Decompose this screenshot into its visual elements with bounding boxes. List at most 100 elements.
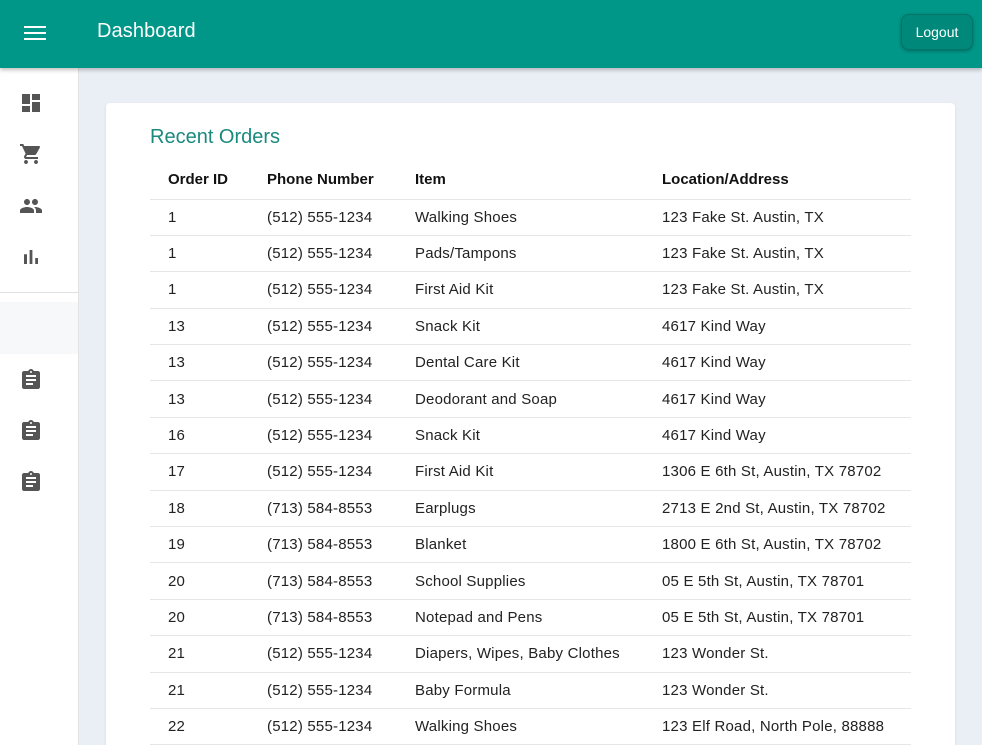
phone-number-cell: (713) 584-8553 xyxy=(249,599,397,637)
sidebar-item-dashboard[interactable] xyxy=(0,79,78,127)
sidebar xyxy=(0,68,79,745)
column-header-order-id: Order ID xyxy=(150,161,249,200)
assignment-icon xyxy=(22,471,40,491)
location-cell: 4617 Kind Way xyxy=(644,380,911,418)
item-cell: First Aid Kit xyxy=(397,453,644,491)
location-cell: 123 Fake St. Austin, TX xyxy=(644,199,911,236)
order-id-cell: 13 xyxy=(150,308,249,346)
item-cell: Deodorant and Soap xyxy=(397,380,644,418)
sidebar-item-report-2[interactable] xyxy=(0,407,78,455)
order-id-cell: 1 xyxy=(150,271,249,309)
item-cell: School Supplies xyxy=(397,562,644,600)
location-cell: 05 E 5th St, Austin, TX 78701 xyxy=(644,562,911,600)
sidebar-subheader xyxy=(0,302,78,354)
table-row: 13 (512) 555-1234 Deodorant and Soap 4617 K… xyxy=(150,380,911,418)
assignment-icon xyxy=(22,369,40,389)
bar-chart-icon xyxy=(24,250,38,264)
dashboard-icon xyxy=(22,94,40,112)
table-header-row: Order ID Phone Number Item Location/Addr… xyxy=(150,161,911,200)
column-header-item: Item xyxy=(397,161,644,200)
item-cell: Baby Formula xyxy=(397,672,644,709)
order-id-cell: 17 xyxy=(150,453,249,491)
order-id-cell: 19 xyxy=(150,526,249,564)
sidebar-item-orders[interactable] xyxy=(0,130,78,178)
column-header-location: Location/Address xyxy=(644,161,911,200)
phone-number-cell: (512) 555-1234 xyxy=(249,380,397,418)
sidebar-divider xyxy=(0,292,78,293)
table-row: 21 (512) 555-1234 Baby Formula 123 Wonder S… xyxy=(150,672,911,709)
phone-number-cell: (512) 555-1234 xyxy=(249,344,397,382)
menu-icon xyxy=(24,26,46,40)
table-row: 21 (512) 555-1234 Diapers, Wipes, Baby Clo… xyxy=(150,635,911,673)
location-cell: 123 Wonder St. xyxy=(644,635,911,673)
menu-button[interactable] xyxy=(14,12,56,54)
phone-number-cell: (713) 584-8553 xyxy=(249,490,397,528)
location-cell: 2713 E 2nd St, Austin, TX 78702 xyxy=(644,490,911,528)
card-title: Recent Orders xyxy=(150,126,281,148)
table-row: 1 (512) 555-1234 First Aid Kit 123 Fake St.… xyxy=(150,271,911,309)
order-id-cell: 13 xyxy=(150,380,249,418)
location-cell: 4617 Kind Way xyxy=(644,308,911,346)
item-cell: Blanket xyxy=(397,526,644,564)
location-cell: 123 Wonder St. xyxy=(644,672,911,709)
app-title: Dashboard xyxy=(97,20,196,42)
item-cell: First Aid Kit xyxy=(397,271,644,309)
table-row: 20 (713) 584-8553 Notepad and Pens 05 E 5th… xyxy=(150,599,911,637)
item-cell: Earplugs xyxy=(397,490,644,528)
order-id-cell: 20 xyxy=(150,599,249,637)
table-row: 22 (512) 555-1234 Walking Shoes 123 Elf Roa… xyxy=(150,708,911,745)
phone-number-cell: (512) 555-1234 xyxy=(249,417,397,455)
order-id-cell: 1 xyxy=(150,199,249,236)
item-cell: Diapers, Wipes, Baby Clothes xyxy=(397,635,644,673)
phone-number-cell: (512) 555-1234 xyxy=(249,271,397,309)
table-row: 17 (512) 555-1234 First Aid Kit 1306 E 6th … xyxy=(150,453,911,491)
order-id-cell: 20 xyxy=(150,562,249,600)
phone-number-cell: (512) 555-1234 xyxy=(249,453,397,491)
assignment-icon xyxy=(22,420,40,440)
table-row: 18 (713) 584-8553 Earplugs 2713 E 2nd St, A… xyxy=(150,490,911,528)
order-id-cell: 18 xyxy=(150,490,249,528)
orders-table-body: 1 (512) 555-1234 Walking Shoes 123 Fake St.… xyxy=(150,199,911,745)
sidebar-item-report-1[interactable] xyxy=(0,356,78,404)
sidebar-item-customers[interactable] xyxy=(0,182,78,230)
order-id-cell: 16 xyxy=(150,417,249,455)
item-cell: Walking Shoes xyxy=(397,199,644,236)
order-id-cell: 1 xyxy=(150,235,249,273)
phone-number-cell: (713) 584-8553 xyxy=(249,562,397,600)
phone-number-cell: (512) 555-1234 xyxy=(249,672,397,709)
table-row: 16 (512) 555-1234 Snack Kit 4617 Kind Way xyxy=(150,417,911,455)
table-row: 1 (512) 555-1234 Walking Shoes 123 Fake St.… xyxy=(150,199,911,236)
people-icon xyxy=(20,199,42,213)
phone-number-cell: (512) 555-1234 xyxy=(249,635,397,673)
order-id-cell: 13 xyxy=(150,344,249,382)
location-cell: 4617 Kind Way xyxy=(644,417,911,455)
order-id-cell: 21 xyxy=(150,672,249,709)
order-id-cell: 21 xyxy=(150,635,249,673)
table-row: 13 (512) 555-1234 Snack Kit 4617 Kind Way xyxy=(150,308,911,346)
item-cell: Dental Care Kit xyxy=(397,344,644,382)
phone-number-cell: (512) 555-1234 xyxy=(249,308,397,346)
sidebar-item-report-3[interactable] xyxy=(0,458,78,506)
app-bar: Dashboard Logout xyxy=(0,0,982,68)
table-row: 20 (713) 584-8553 School Supplies 05 E 5th … xyxy=(150,562,911,600)
item-cell: Pads/Tampons xyxy=(397,235,644,273)
table-row: 19 (713) 584-8553 Blanket 1800 E 6th St, Au… xyxy=(150,526,911,564)
location-cell: 123 Fake St. Austin, TX xyxy=(644,235,911,273)
location-cell: 123 Fake St. Austin, TX xyxy=(644,271,911,309)
phone-number-cell: (512) 555-1234 xyxy=(249,708,397,745)
phone-number-cell: (713) 584-8553 xyxy=(249,526,397,564)
location-cell: 123 Elf Road, North Pole, 88888 xyxy=(644,708,911,745)
order-id-cell: 22 xyxy=(150,708,249,745)
location-cell: 1306 E 6th St, Austin, TX 78702 xyxy=(644,453,911,491)
column-header-phone-number: Phone Number xyxy=(249,161,397,200)
item-cell: Notepad and Pens xyxy=(397,599,644,637)
sidebar-item-reports[interactable] xyxy=(0,233,78,281)
location-cell: 4617 Kind Way xyxy=(644,344,911,382)
logout-button[interactable]: Logout xyxy=(901,14,973,50)
recent-orders-card: Recent Orders Order ID Phone Number Item… xyxy=(106,103,955,745)
table-row: 13 (512) 555-1234 Dental Care Kit 4617 Kind… xyxy=(150,344,911,382)
location-cell: 05 E 5th St, Austin, TX 78701 xyxy=(644,599,911,637)
location-cell: 1800 E 6th St, Austin, TX 78702 xyxy=(644,526,911,564)
item-cell: Snack Kit xyxy=(397,417,644,455)
table-row: 1 (512) 555-1234 Pads/Tampons 123 Fake St. … xyxy=(150,235,911,273)
